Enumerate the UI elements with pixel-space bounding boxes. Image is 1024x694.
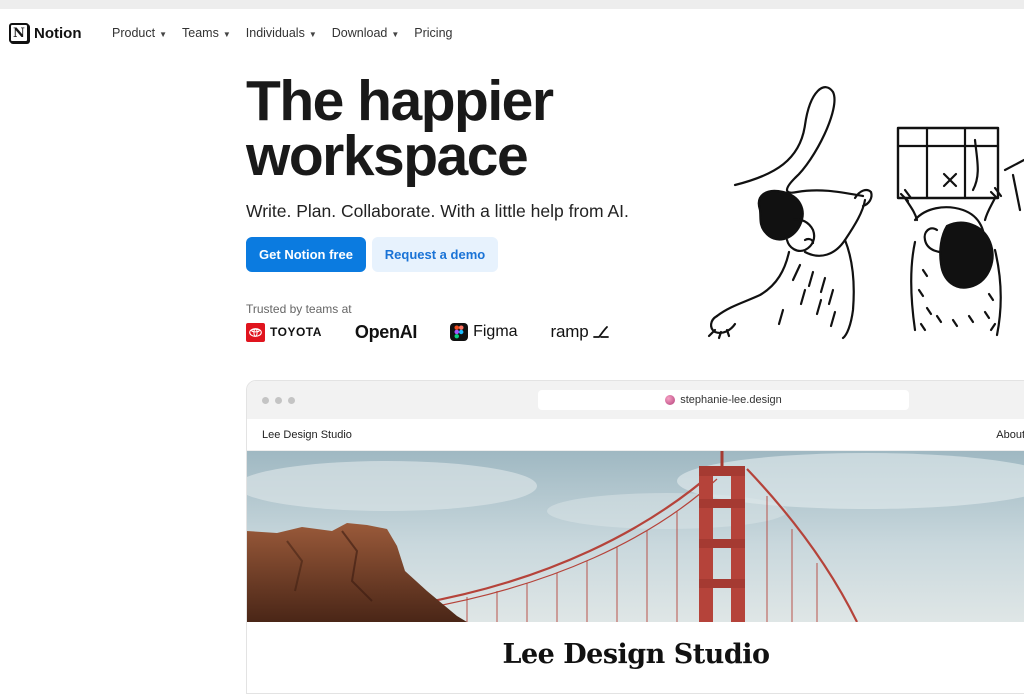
browser-toolbar: stephanie-lee.design [247, 381, 1024, 419]
nav-item-pricing[interactable]: Pricing [414, 26, 452, 40]
browser-top-strip [0, 0, 1024, 9]
top-nav: N Notion Product ▼ Teams ▼ Individuals ▼… [0, 9, 1024, 57]
hero-illustration [707, 86, 1024, 340]
nav-item-label: Product [112, 26, 156, 40]
ramp-logo: ramp [551, 322, 610, 342]
chevron-down-icon: ▼ [391, 29, 400, 39]
toyota-logo: TOYOTA [246, 322, 322, 342]
trusted-label: Trusted by teams at [246, 302, 352, 316]
figma-logo-icon [450, 323, 469, 341]
toyota-wordmark: TOYOTA [270, 325, 322, 339]
hero-subtitle: Write. Plan. Collaborate. With a little … [246, 201, 629, 221]
chevron-down-icon: ▼ [222, 29, 231, 39]
figma-logo: Figma [450, 323, 518, 341]
notion-logo[interactable]: N Notion [9, 23, 81, 43]
window-dot [262, 397, 269, 404]
nav-item-individuals[interactable]: Individuals ▼ [246, 26, 317, 40]
openai-wordmark: OpenAI [354, 321, 418, 342]
hero-title: The happier workspace [246, 73, 686, 185]
request-demo-button[interactable]: Request a demo [372, 237, 498, 272]
site-about-link: About [996, 429, 1024, 441]
window-dot [275, 397, 282, 404]
toyota-logo-icon [246, 322, 265, 342]
url-bar: stephanie-lee.design [538, 390, 909, 410]
site-header: Lee Design Studio About [247, 419, 1024, 451]
site-heading: Lee Design Studio [502, 639, 770, 670]
nav-item-product[interactable]: Product ▼ [112, 26, 167, 40]
nav-menu: Product ▼ Teams ▼ Individuals ▼ Download… [112, 26, 468, 40]
brand-name: Notion [34, 24, 82, 42]
nav-item-label: Pricing [414, 26, 453, 40]
get-notion-free-button[interactable]: Get Notion free [246, 237, 366, 272]
window-dot [288, 397, 295, 404]
site-favicon-icon [665, 395, 676, 405]
browser-mockup: stephanie-lee.design Lee Design Studio A… [246, 380, 1024, 694]
notion-logo-icon: N [9, 23, 29, 43]
nav-item-label: Teams [182, 26, 219, 40]
site-name: Lee Design Studio [262, 429, 352, 441]
url-text: stephanie-lee.design [680, 394, 782, 406]
nav-item-download[interactable]: Download ▼ [332, 26, 400, 40]
chevron-down-icon: ▼ [308, 29, 317, 39]
hero-title-line2: workspace [246, 124, 529, 188]
nav-item-label: Download [331, 26, 388, 40]
figma-wordmark: Figma [473, 323, 518, 340]
ramp-wordmark: ramp [550, 322, 589, 341]
ramp-logo-icon [593, 326, 610, 338]
nav-item-label: Individuals [245, 26, 305, 40]
bridge-photo [247, 451, 1024, 622]
chevron-down-icon: ▼ [159, 29, 168, 39]
nav-item-teams[interactable]: Teams ▼ [182, 26, 231, 40]
openai-logo: OpenAI [354, 321, 418, 343]
customer-logos: TOYOTA OpenAI Figma ramp [246, 320, 642, 344]
